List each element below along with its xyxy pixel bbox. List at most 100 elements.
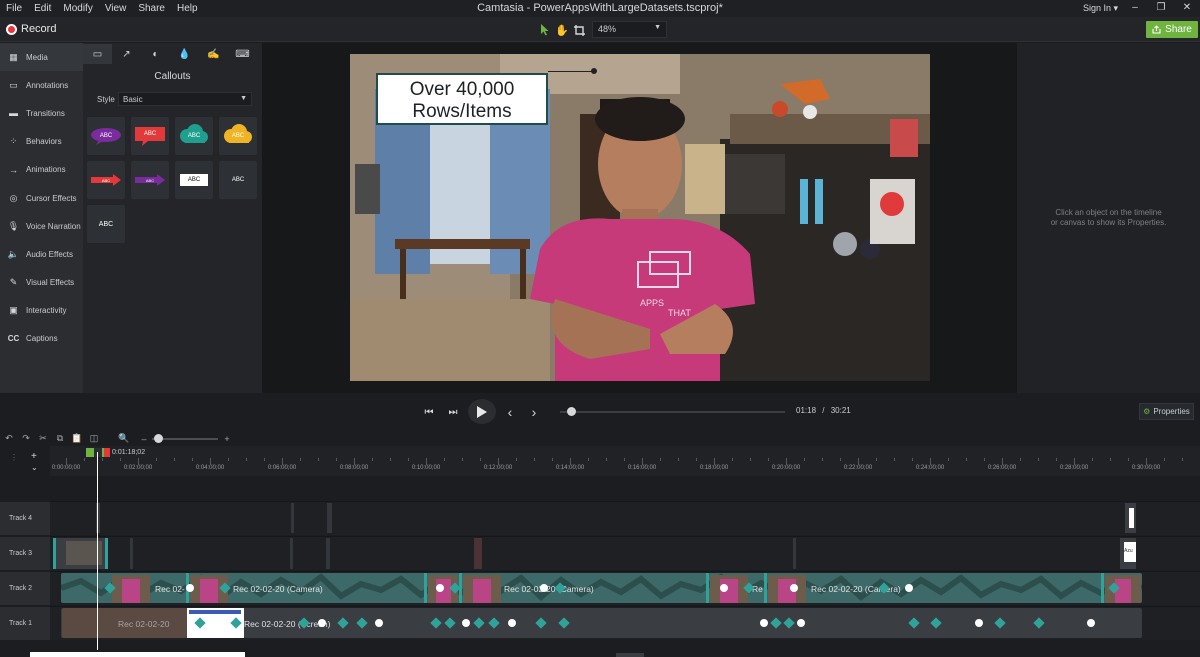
sidebar-item-transitions[interactable]: ▬ Transitions	[0, 99, 83, 127]
menu-edit[interactable]: Edit	[28, 3, 57, 14]
keyframe-dot[interactable]	[797, 619, 805, 627]
cut-icon[interactable]: ✂	[37, 433, 49, 444]
track3-clip-marker[interactable]	[474, 538, 482, 569]
sidebar-item-interactivity[interactable]: ▣ Interactivity	[0, 297, 83, 325]
track1-clip[interactable]: Rec 02-02-20	[62, 608, 187, 638]
keyframe-dot[interactable]	[760, 619, 768, 627]
scrollbar-thumb[interactable]	[616, 653, 644, 657]
sketch-tab-icon[interactable]: ✍	[199, 44, 228, 64]
share-button[interactable]: Share	[1146, 21, 1198, 38]
track3-clip-marker[interactable]	[130, 538, 133, 569]
callout-tile-text[interactable]: ABC	[219, 161, 257, 199]
clip-boundary[interactable]	[706, 573, 709, 603]
track-row-4[interactable]	[50, 501, 1200, 535]
sidebar-item-captions[interactable]: CC Captions	[0, 325, 83, 353]
track3-clip-marker[interactable]	[326, 538, 330, 569]
redo-icon[interactable]: ↷	[20, 433, 32, 444]
track-head-1[interactable]: Track 1	[0, 606, 50, 640]
copy-icon[interactable]: ⧉	[54, 433, 66, 444]
zoom-out-icon[interactable]: –	[138, 433, 150, 444]
keyframe-dot[interactable]	[436, 584, 444, 592]
keyframe-dot[interactable]	[1087, 619, 1095, 627]
sidebar-item-annotations[interactable]: ▭ Annotations	[0, 71, 83, 99]
timeline-zoom-handle[interactable]	[154, 434, 163, 443]
zoom-search-icon[interactable]: 🔍	[118, 433, 130, 444]
previous-marker-icon[interactable]: ‹	[501, 404, 519, 420]
keyframe-dot[interactable]	[720, 584, 728, 592]
paste-icon[interactable]: 📋	[71, 433, 83, 444]
chevron-down-icon[interactable]: ⌄	[31, 463, 38, 472]
keyframe-dot[interactable]	[790, 584, 798, 592]
track3-clip-marker[interactable]	[290, 538, 293, 569]
track4-clip-marker[interactable]	[327, 503, 332, 533]
next-marker-icon[interactable]: ›	[525, 404, 543, 420]
play-button[interactable]	[468, 399, 496, 424]
sidebar-item-voice-narration[interactable]: 🎙 Voice Narration	[0, 212, 83, 240]
blur-tab-icon[interactable]: 💧	[170, 44, 199, 64]
track-row-3[interactable]	[50, 536, 1200, 570]
callout-tile-text-large[interactable]: ABC	[87, 205, 125, 243]
crop-tool-icon[interactable]	[572, 23, 586, 37]
add-track-icon[interactable]: +	[31, 451, 37, 462]
track4-clip[interactable]	[1125, 503, 1136, 533]
style-dropdown[interactable]: Basic ▼	[118, 92, 252, 106]
split-icon[interactable]: ◫	[88, 433, 100, 444]
track3-clip-marker[interactable]	[793, 538, 796, 569]
pan-tool-icon[interactable]: ✋	[555, 23, 569, 37]
callout-tab-icon[interactable]: ▭	[83, 44, 112, 64]
callout-tile-red-arrow[interactable]: ABC	[87, 161, 125, 199]
track-head-3[interactable]: Track 3	[0, 536, 50, 570]
minimize-icon[interactable]: –	[1128, 2, 1142, 14]
sidebar-item-animations[interactable]: → Animations	[0, 156, 83, 184]
callout-tile-yellow-cloud[interactable]: ABC	[219, 117, 257, 155]
step-back-icon[interactable]: ⏮	[420, 404, 438, 420]
properties-button[interactable]: ⚙ Properties	[1139, 403, 1194, 420]
keyframe-dot[interactable]	[975, 619, 983, 627]
menu-help[interactable]: Help	[171, 3, 204, 14]
sidebar-item-behaviors[interactable]: ⁘ Behaviors	[0, 128, 83, 156]
callout-tile-purple-arrow[interactable]: ABC	[131, 161, 169, 199]
keyframe-dot[interactable]	[318, 619, 326, 627]
scrub-handle[interactable]	[567, 407, 576, 416]
sidebar-item-visual-effects[interactable]: ✎ Visual Effects	[0, 269, 83, 297]
menu-share[interactable]: Share	[132, 3, 171, 14]
undo-icon[interactable]: ↶	[3, 433, 15, 444]
callout-tile-teal-cloud[interactable]: ABC	[175, 117, 213, 155]
keyframe-dot[interactable]	[375, 619, 383, 627]
clip-boundary[interactable]	[764, 573, 767, 603]
close-icon[interactable]: ✕	[1180, 2, 1194, 14]
track3-clip[interactable]: Azu	[1120, 538, 1136, 569]
arrow-tab-icon[interactable]: ↗	[112, 44, 141, 64]
sidebar-item-media[interactable]: ▦ Media	[0, 43, 83, 72]
menu-file[interactable]: File	[0, 3, 28, 14]
keyframe-dot[interactable]	[462, 619, 470, 627]
callout-overlay[interactable]: Over 40,000 Rows/Items	[376, 73, 548, 125]
track3-clip[interactable]	[53, 538, 108, 569]
select-tool-icon[interactable]	[538, 23, 552, 37]
keyframe-dot[interactable]	[905, 584, 913, 592]
sign-in-button[interactable]: Sign In ▾	[1083, 3, 1118, 14]
step-forward-icon[interactable]: ⏭	[444, 404, 462, 420]
keyframe-dot[interactable]	[186, 584, 194, 592]
clip-boundary[interactable]	[424, 573, 427, 603]
record-button[interactable]: Record	[6, 23, 56, 35]
track4-clip-marker[interactable]	[291, 503, 294, 533]
keyframe-dot[interactable]	[540, 584, 548, 592]
menu-modify[interactable]: Modify	[57, 3, 98, 14]
keystroke-tab-icon[interactable]: ⌨	[228, 44, 257, 64]
restore-icon[interactable]: ❐	[1154, 2, 1168, 14]
callout-tile-red-bubble[interactable]: ABC	[131, 117, 169, 155]
canvas-zoom-select[interactable]: 48% ▼	[592, 21, 667, 38]
timeline-ruler[interactable]	[50, 446, 1200, 476]
timeline-scrollbar[interactable]	[0, 650, 1200, 657]
scrub-bar[interactable]	[560, 411, 785, 413]
sidebar-item-cursor-effects[interactable]: ◎ Cursor Effects	[0, 184, 83, 212]
playhead-handle[interactable]	[86, 448, 110, 457]
zoom-in-icon[interactable]: +	[221, 433, 233, 444]
clip-boundary[interactable]	[1101, 573, 1104, 603]
keyframe-dot[interactable]	[508, 619, 516, 627]
scrollbar-thumb-left[interactable]	[30, 652, 245, 657]
video-preview[interactable]: APPS THAT Over 40,000 Rows/Items	[350, 54, 930, 381]
callout-tile-white-box[interactable]: ABC	[175, 161, 213, 199]
keyframe-dot[interactable]	[216, 619, 224, 627]
